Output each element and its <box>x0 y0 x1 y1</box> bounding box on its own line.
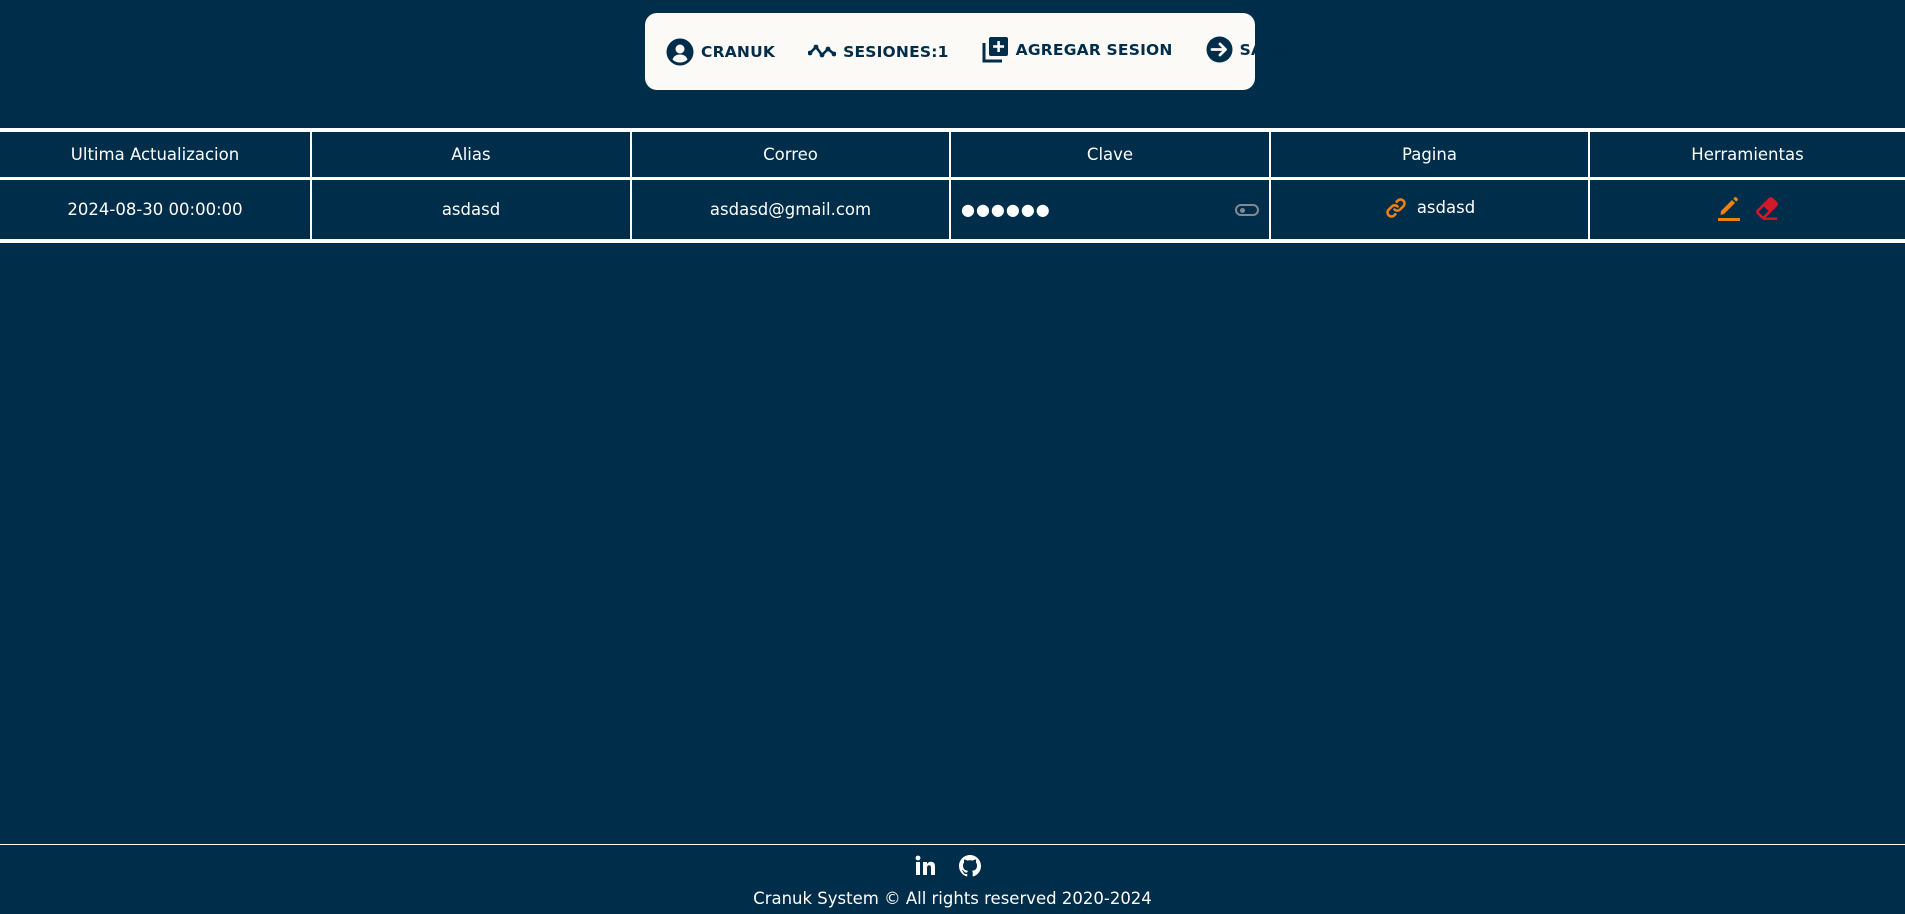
delete-icon[interactable] <box>1754 195 1780 221</box>
user-menu[interactable]: CRANUK <box>666 38 775 66</box>
social-links <box>915 855 1004 877</box>
sessions-indicator[interactable]: SESIONES:1 <box>808 43 949 61</box>
cell-tools <box>1588 178 1905 239</box>
add-session-label: AGREGAR SESION <box>1015 40 1173 59</box>
header-email: Correo <box>630 132 951 180</box>
cell-email: asdasd@gmail.com <box>630 178 951 239</box>
github-icon[interactable] <box>959 855 981 877</box>
logout-circle-icon <box>1206 36 1233 63</box>
show-password-toggle[interactable] <box>1235 203 1259 216</box>
sessions-label: SESIONES:1 <box>843 42 949 61</box>
add-session-button[interactable]: AGREGAR SESION <box>982 36 1173 63</box>
linkedin-icon[interactable] <box>915 855 936 877</box>
logout-label: SALIR <box>1239 40 1292 59</box>
copyright-text: Cranuk System © All rights reserved 2020… <box>753 889 1152 908</box>
logout-button[interactable]: SALIR <box>1206 36 1292 63</box>
add-box-icon <box>982 36 1009 63</box>
page-link[interactable]: asdasd <box>1417 198 1475 217</box>
table-header-row: Ultima Actualizacion Alias Correo Clave … <box>0 132 1905 180</box>
user-label: CRANUK <box>701 42 776 61</box>
cell-page: asdasd <box>1269 178 1590 239</box>
password-masked: ●●●●●● <box>961 200 1051 219</box>
cell-last-update: 2024-08-30 00:00:00 <box>0 178 312 239</box>
header-tools: Herramientas <box>1588 132 1905 180</box>
accounts-table: Ultima Actualizacion Alias Correo Clave … <box>0 128 1905 243</box>
activity-icon <box>808 44 837 60</box>
top-navbar: CRANUK SESIONES:1 AGREGAR SESION SALIR <box>645 13 1291 90</box>
user-circle-icon <box>666 38 694 66</box>
header-last-update: Ultima Actualizacion <box>0 132 312 180</box>
link-icon[interactable] <box>1384 196 1408 220</box>
header-alias: Alias <box>310 132 632 180</box>
cell-alias: asdasd <box>310 178 632 239</box>
header-page: Pagina <box>1269 132 1590 180</box>
footer: Cranuk System © All rights reserved 2020… <box>0 844 1905 914</box>
table-row: 2024-08-30 00:00:00 asdasd asdasd@gmail.… <box>0 178 1905 239</box>
cell-password: ●●●●●● <box>949 178 1271 239</box>
header-password: Clave <box>949 132 1271 180</box>
edit-icon[interactable] <box>1716 194 1742 222</box>
